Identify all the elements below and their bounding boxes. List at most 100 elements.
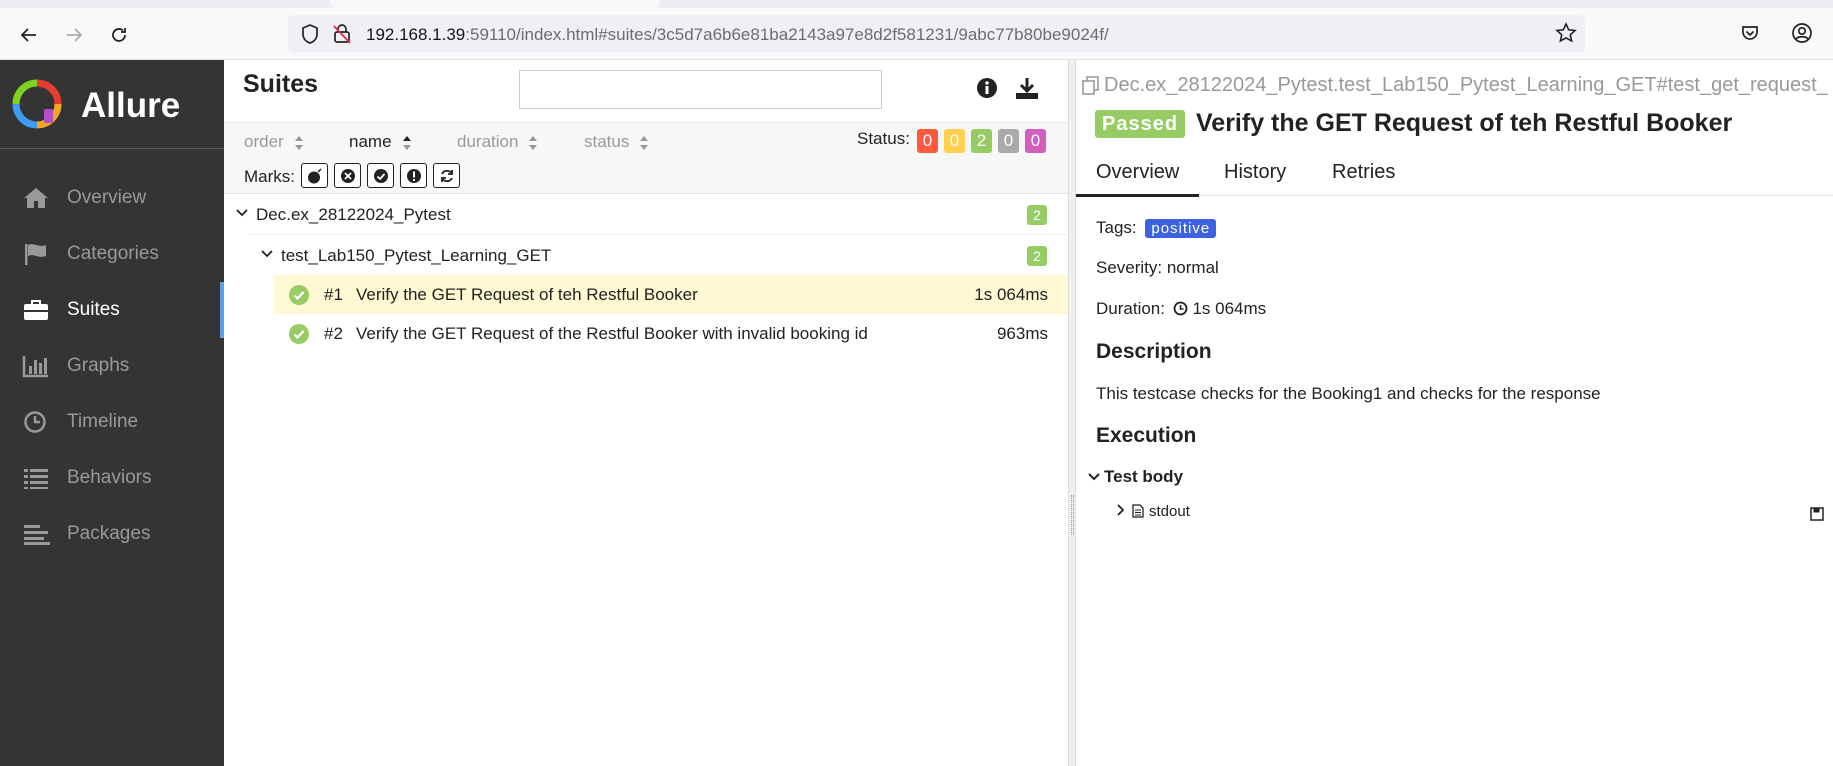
sort-arrows-icon <box>529 135 538 150</box>
back-icon[interactable] <box>14 20 44 50</box>
suite-node[interactable]: Dec.ex_28122024_Pytest 2 <box>224 194 1068 234</box>
sidebar-item-graphs[interactable]: Graphs <box>0 338 224 394</box>
browser-tab[interactable] <box>330 0 660 8</box>
sort-status-label: status <box>584 132 630 151</box>
pane-splitter[interactable] <box>1068 60 1076 766</box>
file-icon <box>1132 504 1144 518</box>
test-name: Verify the GET Request of teh Restful Bo… <box>356 285 698 304</box>
align-left-icon <box>24 525 50 545</box>
suite-name: Dec.ex_28122024_Pytest <box>256 205 451 224</box>
status-badge: Passed <box>1095 110 1186 138</box>
account-icon[interactable] <box>1791 22 1813 49</box>
brand-name: Allure <box>81 86 181 125</box>
description-text: This testcase checks for the Booking1 an… <box>1096 384 1601 403</box>
copy-icon[interactable] <box>1082 75 1100 96</box>
brand[interactable]: Allure <box>0 60 224 149</box>
chevron-down-icon <box>261 250 273 258</box>
marks-label: Marks: <box>244 167 295 186</box>
tag-badge[interactable]: positive <box>1145 219 1217 238</box>
sidebar-item-label: Suites <box>67 299 120 320</box>
sidebar-item-timeline[interactable]: Timeline <box>0 394 224 450</box>
breadcrumb[interactable]: Dec.ex_28122024_Pytest.test_Lab150_Pytes… <box>1082 74 1828 97</box>
test-detail-pane: Dec.ex_28122024_Pytest.test_Lab150_Pytes… <box>1076 60 1833 766</box>
url-bar[interactable]: 192.168.1.39:59110/index.html#suites/3c5… <box>288 15 1585 52</box>
sort-status[interactable]: status <box>584 132 649 152</box>
pocket-icon[interactable] <box>1740 23 1760 48</box>
status-filter-label: Status: <box>857 129 910 148</box>
flaky-mark-icon[interactable] <box>301 163 328 188</box>
tab-retries[interactable]: Retries <box>1332 161 1395 184</box>
info-icon[interactable] <box>976 77 998 104</box>
sort-order[interactable]: order <box>244 132 304 152</box>
new-passed-mark-icon[interactable] <box>367 163 394 188</box>
flag-icon <box>25 244 46 265</box>
url-path: :59110/index.html#suites/3c5d7a6b6e81ba2… <box>465 25 1109 44</box>
test-duration: 1s 064ms <box>974 285 1048 304</box>
briefcase-icon <box>24 300 48 320</box>
sidebar-item-label: Behaviors <box>67 467 152 488</box>
suite-count-badge: 2 <box>1027 205 1047 225</box>
clock-icon <box>1173 301 1188 316</box>
test-row[interactable]: #2 Verify the GET Request of the Restful… <box>274 314 1068 353</box>
tab-history[interactable]: History <box>1224 161 1286 184</box>
sort-duration-label: duration <box>457 132 519 151</box>
sidebar-item-label: Graphs <box>67 355 130 376</box>
subsuite-node[interactable]: test_Lab150_Pytest_Learning_GET 2 <box>249 234 1068 274</box>
status-passed-badge[interactable]: 2 <box>971 129 992 153</box>
splitter-grip-icon[interactable] <box>1071 495 1074 535</box>
tab-overview[interactable]: Overview <box>1076 161 1200 197</box>
suites-pane: Suites order name duration status Status… <box>224 60 1068 766</box>
status-broken-badge[interactable]: 0 <box>944 129 965 153</box>
chevron-down-icon <box>1088 473 1100 481</box>
sidebar-item-label: Overview <box>67 187 147 208</box>
browser-toolbar: 192.168.1.39:59110/index.html#suites/3c5… <box>0 0 1833 60</box>
insecure-lock-icon[interactable] <box>332 23 352 50</box>
sidebar-item-label: Categories <box>67 243 159 264</box>
home-icon <box>24 188 48 208</box>
page-title: Suites <box>243 70 319 98</box>
sidebar-item-label: Timeline <box>67 411 139 432</box>
tab-strip <box>0 0 1833 8</box>
attachment-name: stdout <box>1149 503 1190 520</box>
sort-arrows-icon <box>640 135 649 150</box>
status-skipped-badge[interactable]: 0 <box>998 129 1019 153</box>
description-heading: Description <box>1096 340 1212 363</box>
save-icon[interactable] <box>1810 507 1824 521</box>
sort-order-label: order <box>244 132 284 151</box>
sort-arrows-icon <box>402 135 411 150</box>
sort-name[interactable]: name <box>349 132 412 152</box>
detail-tabs: Overview History Retries <box>1076 148 1833 197</box>
allure-logo-icon <box>12 79 62 129</box>
new-failed-mark-icon[interactable] <box>334 163 361 188</box>
test-number: #1 <box>324 285 343 304</box>
sidebar-item-suites[interactable]: Suites <box>0 282 224 338</box>
status-unknown-badge[interactable]: 0 <box>1025 129 1046 153</box>
test-name: Verify the GET Request of the Restful Bo… <box>356 324 868 343</box>
reload-icon[interactable] <box>104 20 134 50</box>
test-row[interactable]: #1 Verify the GET Request of teh Restful… <box>274 275 1068 314</box>
sidebar-item-packages[interactable]: Packages <box>0 506 224 562</box>
test-title: Verify the GET Request of teh Restful Bo… <box>1196 109 1733 137</box>
sidebar-item-categories[interactable]: Categories <box>0 226 224 282</box>
download-icon[interactable] <box>1014 76 1040 105</box>
sort-bar: order name duration status <box>224 122 1068 158</box>
bookmark-star-icon[interactable] <box>1555 22 1577 49</box>
duration-value: 1s 064ms <box>1192 299 1267 318</box>
shield-icon[interactable] <box>300 23 320 50</box>
stdout-attachment[interactable]: stdout <box>1116 503 1190 520</box>
sidebar-item-overview[interactable]: Overview <box>0 170 224 226</box>
retries-mark-icon[interactable] <box>433 163 460 188</box>
search-input[interactable] <box>519 70 882 109</box>
chevron-right-icon <box>1117 504 1125 516</box>
test-body-step[interactable]: Test body <box>1088 467 1183 487</box>
new-broken-mark-icon[interactable] <box>400 163 427 188</box>
forward-icon[interactable] <box>59 20 89 50</box>
test-body-label: Test body <box>1104 467 1184 486</box>
status-failed-badge[interactable]: 0 <box>917 129 938 153</box>
sort-arrows-icon <box>294 135 303 150</box>
sort-duration[interactable]: duration <box>457 132 538 152</box>
sidebar-item-behaviors[interactable]: Behaviors <box>0 450 224 506</box>
tags-row: Tags: positive <box>1096 218 1217 238</box>
url-text[interactable]: 192.168.1.39:59110/index.html#suites/3c5… <box>366 25 1109 45</box>
list-icon <box>24 469 48 489</box>
